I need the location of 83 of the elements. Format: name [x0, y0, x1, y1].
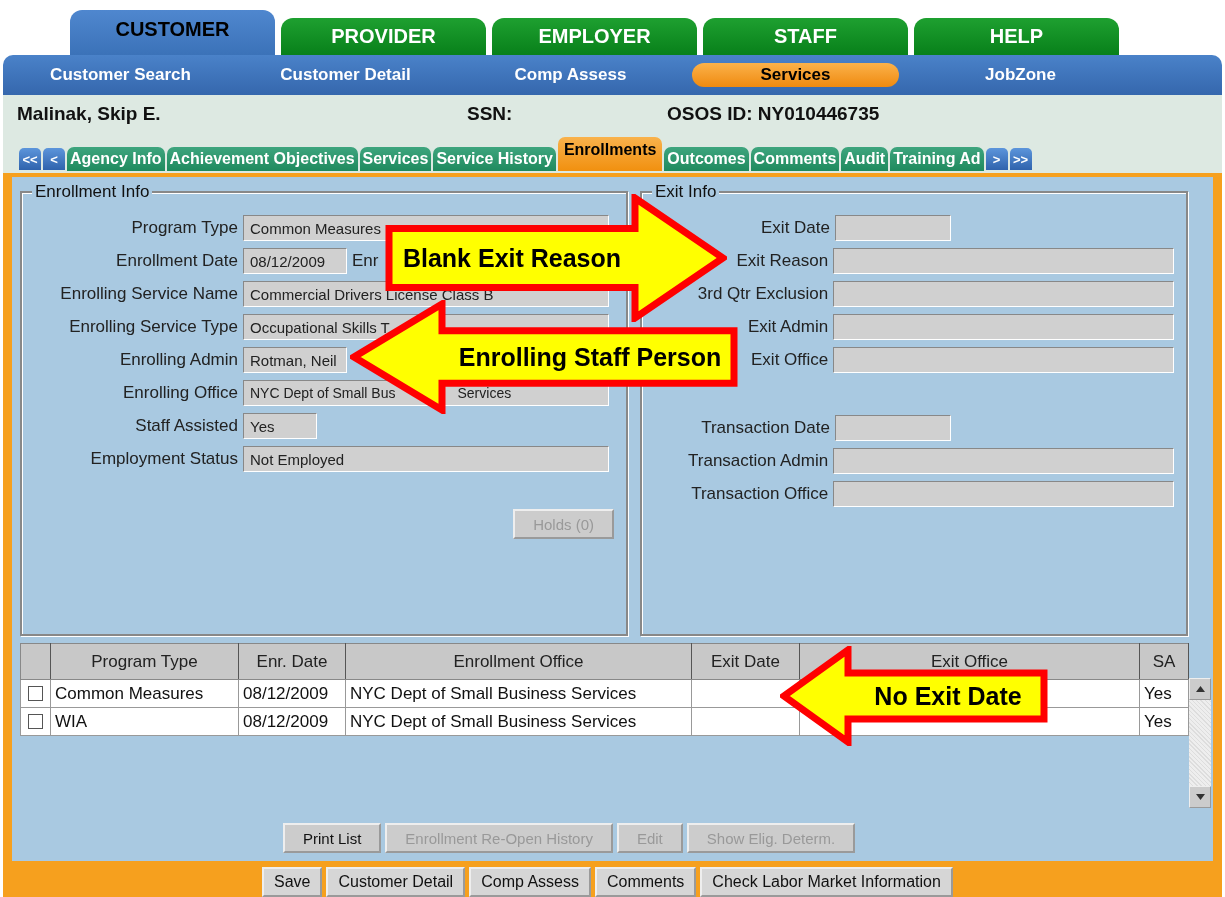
- column-header[interactable]: Enrollment Office: [345, 643, 692, 680]
- table-cell: NYC Dept of Small Business Services: [345, 707, 692, 736]
- text-field[interactable]: [833, 347, 1174, 373]
- footer-button[interactable]: Comments: [595, 867, 697, 897]
- main-tab[interactable]: PROVIDER: [281, 18, 486, 55]
- nav-link[interactable]: Services: [692, 63, 899, 87]
- sub-tab[interactable]: Services: [359, 147, 432, 171]
- text-field[interactable]: Not Employed: [243, 446, 609, 472]
- column-header[interactable]: SA: [1139, 643, 1189, 680]
- row-checkbox[interactable]: [28, 714, 43, 729]
- callout-label: Enrolling Staff Person: [458, 342, 722, 372]
- nav-link[interactable]: Comp Assess: [514, 63, 627, 87]
- table-cell: 08/12/2009: [238, 679, 346, 708]
- column-header[interactable]: Exit Date: [691, 643, 800, 680]
- ssn-label: SSN:: [467, 103, 514, 125]
- sub-tab[interactable]: Outcomes: [664, 147, 749, 171]
- nav-link[interactable]: Customer Detail: [280, 63, 411, 87]
- footer-button[interactable]: Check Labor Market Information: [700, 867, 953, 897]
- footer-button[interactable]: Customer Detail: [326, 867, 466, 897]
- field-label: Program Type: [131, 218, 238, 238]
- field-label: Enr: [352, 251, 379, 271]
- scroll-tabs-button[interactable]: <: [43, 148, 65, 170]
- field-label: Exit Reason: [736, 251, 829, 271]
- osos-id: OSOS ID: NY010446735: [667, 103, 880, 125]
- callout-label: Blank Exit Reason: [402, 243, 622, 273]
- sub-tab[interactable]: Service History: [433, 147, 556, 171]
- text-field[interactable]: [833, 481, 1174, 507]
- field-value: NYC Dept of Small Bus: [250, 385, 396, 401]
- list-action-button[interactable]: Print List: [283, 823, 382, 853]
- text-field[interactable]: [833, 448, 1174, 474]
- customer-name: Malinak, Skip E.: [17, 103, 162, 125]
- scroll-tabs-button[interactable]: >>: [1009, 148, 1032, 170]
- main-tab[interactable]: STAFF: [703, 18, 908, 55]
- column-header[interactable]: Program Type: [50, 643, 239, 680]
- callout-label: No Exit Date: [874, 681, 1022, 711]
- field-label: Transaction Admin: [688, 451, 829, 471]
- sub-tab[interactable]: Audit: [841, 147, 889, 171]
- field-label: Enrolling Service Name: [60, 284, 238, 304]
- text-field[interactable]: [833, 314, 1174, 340]
- footer-button[interactable]: Comp Assess: [469, 867, 591, 897]
- scroll-tabs-button[interactable]: <<: [19, 148, 41, 170]
- table-cell: WIA: [50, 707, 239, 736]
- footer-button[interactable]: Save: [262, 867, 323, 897]
- scrollbar[interactable]: [1189, 678, 1211, 808]
- field-label: 3rd Qtr Exclusion: [697, 284, 829, 304]
- field-label: Employment Status: [90, 449, 238, 469]
- table-cell: 08/12/2009: [238, 707, 346, 736]
- text-field[interactable]: [833, 281, 1174, 307]
- column-header: [20, 643, 51, 680]
- table-cell: Common Measures: [50, 679, 239, 708]
- scroll-down-icon: [1195, 794, 1205, 800]
- scroll-up-icon: [1195, 686, 1205, 692]
- field-label: Enrollment Date: [116, 251, 238, 271]
- main-tab[interactable]: EMPLOYER: [492, 18, 697, 55]
- main-tab[interactable]: CUSTOMER: [70, 10, 275, 55]
- field-label: Exit Date: [761, 218, 830, 238]
- field-label: Staff Assisted: [135, 416, 238, 436]
- row-checkbox[interactable]: [28, 686, 43, 701]
- field-label: Transaction Office: [691, 484, 829, 504]
- text-field[interactable]: Rotman, Neil: [243, 347, 347, 373]
- field-value: Services: [457, 385, 512, 401]
- field-label: Enrolling Admin: [119, 350, 238, 370]
- main-tab[interactable]: HELP: [914, 18, 1119, 55]
- text-field[interactable]: [835, 415, 951, 441]
- sub-tab[interactable]: Achievement Objectives: [166, 147, 358, 171]
- text-field[interactable]: Yes: [243, 413, 317, 439]
- field-label: Enrolling Service Type: [69, 317, 238, 337]
- sub-tab[interactable]: Agency Info: [67, 147, 165, 171]
- table-cell: NYC Dept of Small Business Services: [345, 679, 692, 708]
- field-label: Exit Office: [751, 350, 829, 370]
- sub-tab[interactable]: Comments: [750, 147, 840, 171]
- field-label: Exit Admin: [747, 317, 829, 337]
- field-label: Transaction Date: [701, 418, 830, 438]
- sub-tab[interactable]: Training Ad: [890, 147, 984, 171]
- text-field[interactable]: [833, 248, 1174, 274]
- text-field[interactable]: [835, 215, 951, 241]
- nav-link[interactable]: JobZone: [985, 63, 1056, 87]
- sub-tab[interactable]: Enrollments: [557, 137, 663, 171]
- nav-link[interactable]: Customer Search: [50, 63, 191, 87]
- field-label: Enrolling Office: [123, 383, 238, 403]
- text-field[interactable]: 08/12/2009: [243, 248, 347, 274]
- column-header[interactable]: Enr. Date: [238, 643, 346, 680]
- scroll-tabs-button[interactable]: >: [985, 148, 1008, 170]
